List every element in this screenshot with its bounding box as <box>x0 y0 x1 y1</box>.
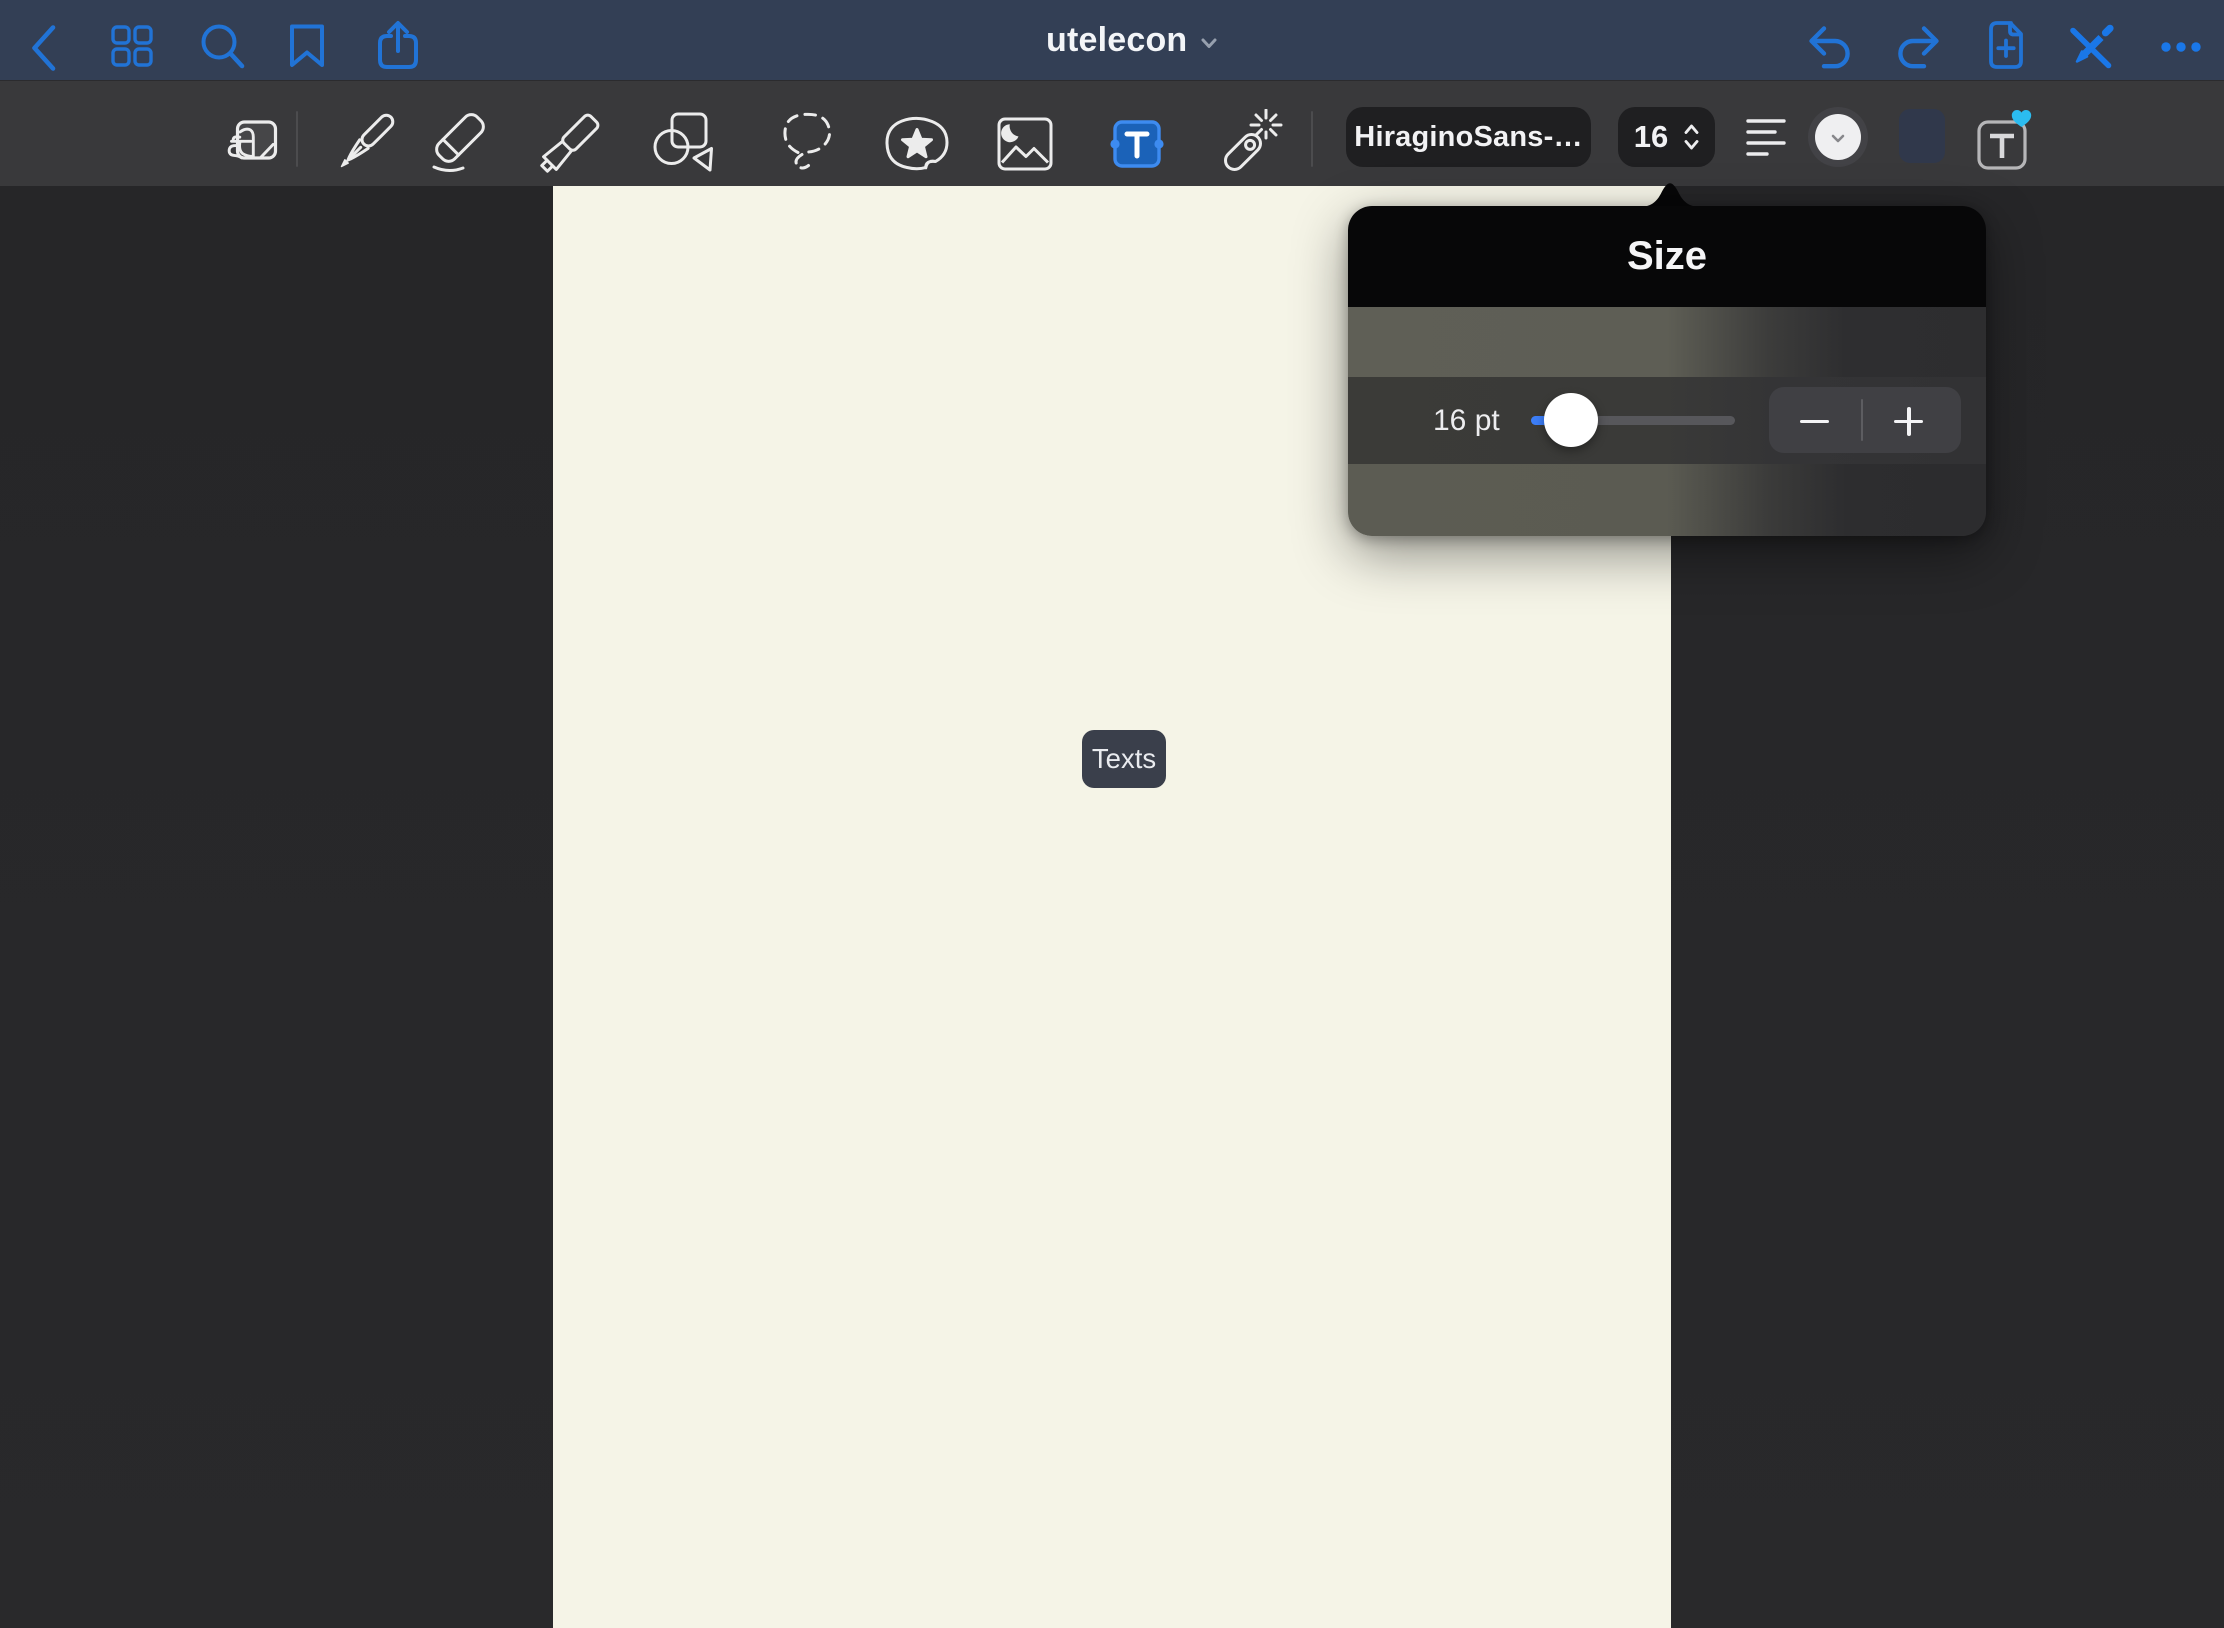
stickers-tool-icon[interactable] <box>884 115 950 171</box>
size-popover: Size 16 pt <box>1348 206 1986 536</box>
stylus-disable-icon[interactable] <box>2069 23 2117 70</box>
toolbar-divider <box>1311 111 1313 167</box>
popover-row <box>1348 307 1986 377</box>
text-style-favorite-icon[interactable] <box>1971 106 2037 174</box>
text-object[interactable]: Texts <box>1082 730 1166 788</box>
pen-tool-icon[interactable] <box>332 106 408 182</box>
popover-arrow <box>1639 181 1701 207</box>
dimmed-button[interactable] <box>1899 109 1945 163</box>
text-color-button[interactable] <box>1808 107 1868 167</box>
stepper-chevrons-icon <box>1684 121 1699 153</box>
thumbnails-icon[interactable] <box>111 25 153 67</box>
undo-icon[interactable] <box>1808 26 1854 71</box>
swatch-chevron-icon <box>1831 134 1845 143</box>
popover-row <box>1348 464 1986 536</box>
more-icon[interactable] <box>2161 42 2203 52</box>
font-button[interactable]: HiraginoSans-… <box>1346 107 1591 167</box>
size-slider-row: 16 pt <box>1348 377 1986 464</box>
size-stepper <box>1769 387 1961 453</box>
tool-bar: HiraginoSans-… 16 <box>0 80 2224 186</box>
bookmark-icon[interactable] <box>288 24 326 68</box>
search-icon[interactable] <box>198 22 246 70</box>
image-tool-icon[interactable] <box>997 117 1053 171</box>
text-align-icon[interactable] <box>1746 119 1786 157</box>
share-icon[interactable] <box>376 20 420 70</box>
laser-tool-icon[interactable] <box>1218 109 1286 175</box>
toolbar-divider <box>296 111 298 167</box>
size-value-label: 16 pt <box>1433 377 1500 464</box>
text-tool-icon[interactable] <box>1107 114 1167 174</box>
redo-icon[interactable] <box>1894 26 1940 71</box>
navigation-bar: utelecon <box>0 0 2224 80</box>
size-slider-thumb[interactable] <box>1544 393 1598 447</box>
add-page-icon[interactable] <box>1985 20 2027 70</box>
stepper-separator <box>1861 399 1863 441</box>
shapes-tool-icon[interactable] <box>650 111 716 173</box>
back-icon[interactable] <box>30 25 57 71</box>
minus-icon[interactable] <box>1800 420 1829 424</box>
plus-icon-vbar[interactable] <box>1907 407 1911 436</box>
notebook-title[interactable]: utelecon <box>1046 0 1217 80</box>
font-size-stepper[interactable]: 16 <box>1618 107 1715 167</box>
eraser-tool-icon[interactable] <box>425 101 503 179</box>
title-chevron-icon <box>1201 38 1217 49</box>
highlighter-tool-icon[interactable] <box>538 108 614 184</box>
read-only-mode-icon[interactable] <box>226 119 282 163</box>
lasso-tool-icon[interactable] <box>780 107 836 171</box>
popover-title: Size <box>1348 206 1986 307</box>
